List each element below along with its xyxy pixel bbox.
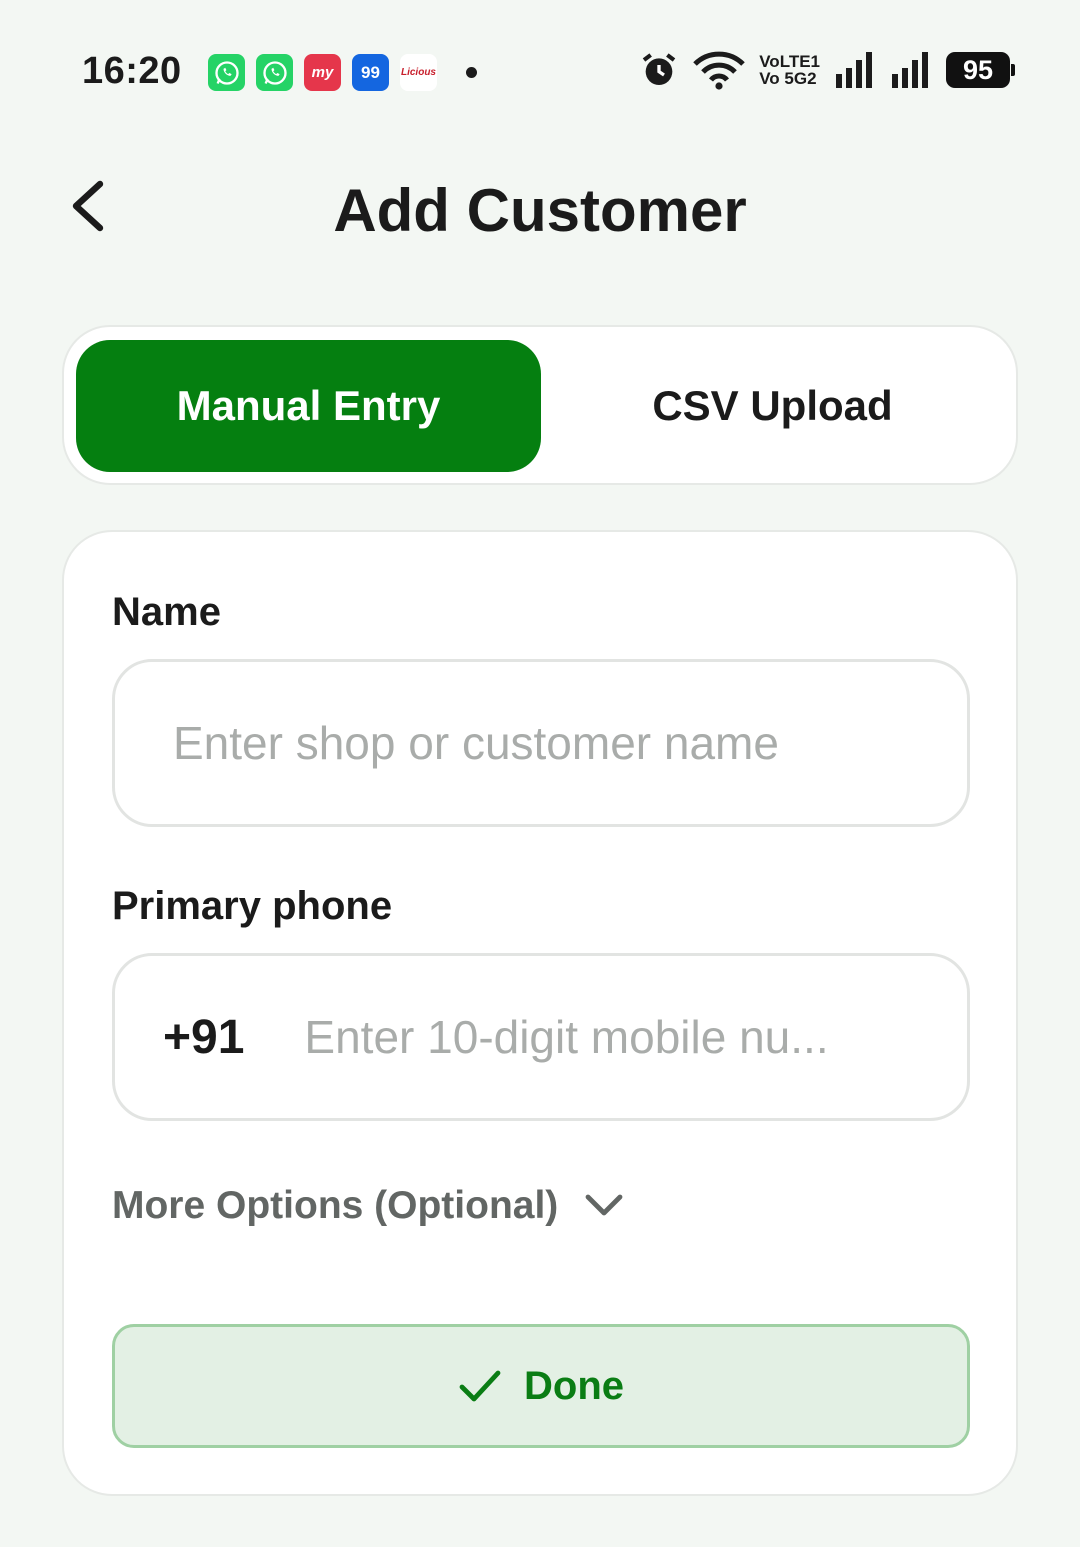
bookmyshow-icon: my [304, 54, 341, 91]
tab-manual-entry[interactable]: Manual Entry [76, 340, 541, 472]
more-notifications-dot [466, 67, 477, 78]
notification-icons: my 99 Licious [208, 54, 477, 91]
done-button[interactable]: Done [112, 1324, 970, 1448]
entry-mode-toggle: Manual Entry CSV Upload [62, 325, 1018, 485]
whatsapp-icon [208, 54, 245, 91]
wifi-icon [693, 51, 745, 90]
volte-sim1: VoLTE1 [759, 52, 820, 71]
checkmark-icon [459, 1370, 501, 1402]
signal-sim1-icon [836, 52, 872, 88]
page-title: Add Customer [333, 177, 747, 244]
status-time: 16:20 [82, 50, 182, 92]
alarm-icon [642, 53, 676, 85]
licious-icon: Licious [400, 54, 437, 91]
whatsapp-business-icon [256, 54, 293, 91]
volte-sim2: Vo 5G2 [759, 69, 817, 88]
name-input[interactable] [173, 716, 967, 770]
country-code-prefix: +91 [163, 1010, 245, 1064]
99acres-icon: 99 [352, 54, 389, 91]
system-icons: VoLTE1 Vo 5G2 95 [639, 50, 1015, 90]
chevron-down-icon [585, 1194, 623, 1216]
phone-field-container: +91 [112, 953, 970, 1121]
phone-input[interactable] [304, 1010, 967, 1064]
status-bar: 16:20 my 99 Licious VoLTE1 Vo 5G2 95 [0, 0, 1080, 145]
done-label: Done [524, 1363, 624, 1408]
phone-label: Primary phone [112, 884, 393, 928]
name-label: Name [112, 590, 221, 634]
more-options-label: More Options (Optional) [112, 1184, 559, 1227]
customer-form-card: Name Primary phone +91 More Options (Opt… [62, 530, 1018, 1496]
volte-indicator: VoLTE1 Vo 5G2 [759, 53, 820, 87]
more-options-toggle[interactable]: More Options (Optional) [112, 1184, 624, 1228]
battery-indicator: 95 [946, 52, 1015, 88]
name-field-container [112, 659, 970, 827]
signal-sim2-icon [892, 52, 928, 88]
app-header: Add Customer [0, 150, 1080, 265]
tab-csv-upload[interactable]: CSV Upload [540, 340, 1005, 472]
